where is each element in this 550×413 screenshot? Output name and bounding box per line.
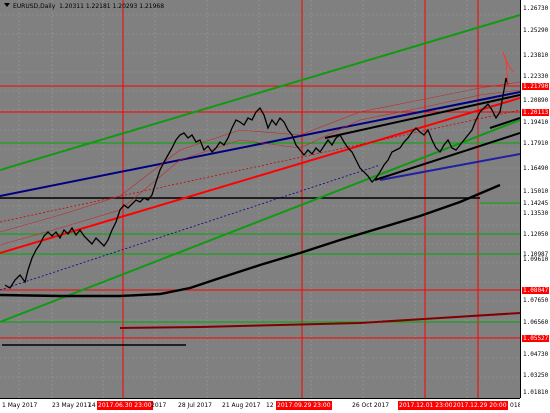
- price-chart-plot[interactable]: EURUSD,Daily 1.20311 1.22181 1.20293 1.2…: [0, 0, 520, 398]
- red-trendline: [0, 97, 520, 254]
- time-tick-label: 12: [266, 402, 274, 409]
- price-tick-label: 1.16490: [523, 164, 549, 172]
- price-tick-label: 1.26730: [523, 4, 549, 12]
- price-axis[interactable]: 1.26730 1.25290 1.23810 1.22330 1.21790 1.208…: [520, 0, 550, 398]
- time-tick-label: 2017.12.29 20:00: [452, 401, 508, 410]
- chart-canvas[interactable]: [0, 0, 520, 398]
- time-tick-label: 2017.12.01 23:00: [398, 401, 454, 410]
- price-tick-label: 1.14245: [523, 199, 549, 207]
- time-tick-label: 2017: [151, 402, 167, 409]
- price-tick-label: 1.19410: [523, 118, 549, 126]
- price-tick-label: 1.05527: [522, 334, 550, 342]
- lower-green-channel: [0, 119, 520, 323]
- moving-average-line: [119, 312, 520, 329]
- price-tick-label: 1.21790: [522, 82, 550, 90]
- time-tick-label: 21 Aug 2017: [222, 402, 261, 409]
- price-tick-label: 1.03250: [523, 371, 549, 379]
- time-tick-label: 1 May 2017: [2, 402, 38, 409]
- chart-title[interactable]: EURUSD,Daily 1.20311 1.22181 1.20293 1.2…: [4, 3, 164, 10]
- price-tick-label: 1.22330: [523, 72, 549, 80]
- time-tick-label: 2017.06.30 23:00: [97, 401, 153, 410]
- time-tick-label: 28 Jul 2017: [178, 402, 212, 409]
- chart-window[interactable]: EURUSD,Daily 1.20311 1.22181 1.20293 1.2…: [0, 0, 550, 413]
- price-wick: [502, 51, 515, 86]
- red-dashed-trendline: [0, 109, 520, 223]
- axis-corner: [520, 398, 550, 413]
- price-tick-label: 1.01810: [523, 388, 549, 396]
- time-axis[interactable]: 1 May 201723 May 201714 Jun 20172017.06.…: [0, 398, 521, 413]
- price-tick-label: 1.13530: [523, 209, 549, 217]
- trend-channels[interactable]: [0, 14, 520, 323]
- price-tick-label: 1.20890: [523, 96, 549, 104]
- price-tick-label: 1.17910: [523, 139, 549, 147]
- price-tick-label: 1.12050: [523, 230, 549, 238]
- horizontal-levels[interactable]: [0, 85, 520, 346]
- price-tick-label: 1.15010: [523, 187, 549, 195]
- time-tick-label: 23 May 2017: [52, 402, 92, 409]
- symbol-label: EURUSD,Daily: [13, 3, 56, 10]
- price-tick-label: 1.25290: [523, 26, 549, 34]
- price-tick-label: 1.09610: [523, 255, 549, 263]
- ohlc-values: 1.20311 1.22181 1.20293 1.21968: [59, 3, 165, 10]
- upper-green-channel: [0, 14, 520, 171]
- price-tick-label: 1.04730: [523, 350, 549, 358]
- price-tick-label: 1.20113: [522, 108, 550, 116]
- price-tick-label: 1.23810: [523, 51, 549, 59]
- time-tick-label: 2017.09.29 23:00: [276, 401, 332, 410]
- price-tick-label: 1.08047: [522, 286, 550, 294]
- time-tick-label: 26 Oct 2017: [352, 402, 390, 409]
- price-tick-label: 1.07650: [523, 296, 549, 304]
- moving-averages: [0, 183, 520, 329]
- dropdown-arrow-icon[interactable]: [4, 3, 10, 7]
- price-tick-label: 1.06560: [523, 318, 549, 326]
